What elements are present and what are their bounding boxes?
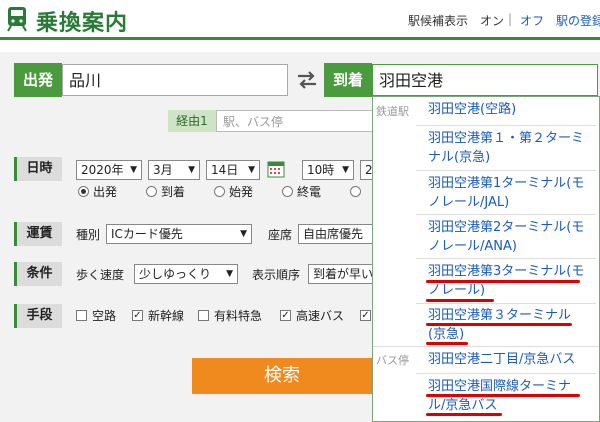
suggestion-item[interactable]: 羽田空港二丁目/京急バス [428, 350, 596, 369]
extra-checkbox[interactable]: ✓ [360, 310, 371, 321]
walk-speed-select[interactable]: 少しゆっくり ▼ [134, 264, 238, 284]
suggestion-line: 羽田空港(空路) [428, 102, 517, 117]
chevron-down-icon: ▼ [188, 165, 195, 175]
walk-speed-label: 歩く速度 [76, 268, 125, 282]
seat-select[interactable]: 自由席優先 [298, 224, 374, 244]
extra-radio[interactable] [350, 186, 361, 197]
calendar-icon[interactable] [267, 160, 285, 178]
fare-label: 運賃 [14, 222, 62, 246]
suggestion-item[interactable]: 羽田空港第１・第２ターミ ナル(京急) [428, 129, 596, 167]
conditions-label: 条件 [14, 262, 62, 286]
last-train-radio[interactable] [282, 186, 293, 197]
annotation-underline [426, 323, 572, 326]
fare-type-value: ICカード優先 [111, 227, 183, 241]
last-train-label: 終電 [297, 185, 322, 199]
day-select[interactable]: 14日 ▼ [206, 160, 260, 180]
shinkansen-label: 新幹線 [148, 309, 185, 323]
suggestion-item[interactable]: 羽田空港第2ターミナル(モ ノレール/ANA) [428, 218, 596, 256]
suggestion-line: 羽田空港第1ターミナル(モ [428, 176, 585, 191]
annotation-underline [426, 299, 494, 302]
month-value: 3月 [153, 163, 173, 177]
via-station-input[interactable]: 駅、バス停 [216, 110, 374, 132]
swap-stations-icon[interactable] [296, 70, 318, 90]
divider [416, 303, 596, 304]
suggestion-line: 羽田空港第3ターミナル(モ [428, 264, 585, 279]
year-select[interactable]: 2020年 ▼ [76, 160, 142, 180]
arrival-label: 到着 [161, 185, 186, 199]
chevron-down-icon: ▼ [342, 165, 349, 175]
to-station-input[interactable]: 羽田空港 [372, 64, 598, 96]
station-register-link[interactable]: 駅の登録 [556, 12, 600, 29]
candidates-on-link[interactable]: オン [480, 12, 504, 29]
air-label: 空路 [92, 309, 117, 323]
shinkansen-checkbox[interactable]: ✓ [132, 310, 143, 321]
chevron-down-icon: ▼ [130, 165, 137, 175]
departure-radio[interactable] [78, 186, 89, 197]
sort-order-select[interactable]: 到着が早い [308, 264, 374, 284]
suggestion-line: 羽田空港二丁目/京急バス [428, 352, 576, 367]
candidates-off-link[interactable]: オフ [520, 12, 544, 29]
suggestion-line: 羽田空港第2ターミナル(モ [428, 220, 585, 235]
divider [416, 258, 596, 259]
annotation-underline [426, 394, 580, 397]
highway-bus-label: 高速バス [296, 309, 345, 323]
hour-select[interactable]: 10時 ▼ [302, 160, 354, 180]
limited-express-label: 有料特急 [214, 309, 263, 323]
hour-value: 10時 [307, 163, 335, 177]
highway-bus-checkbox[interactable]: ✓ [280, 310, 291, 321]
year-value: 2020年 [81, 163, 124, 177]
divider [416, 214, 596, 215]
app-title: 乗換案内 [36, 11, 129, 36]
suggestion-line: ノレール) [428, 283, 486, 298]
first-train-radio[interactable] [214, 186, 225, 197]
train-logo-icon [7, 7, 27, 32]
divider [416, 373, 596, 374]
annotation-underline [426, 413, 502, 416]
annotation-underline [426, 342, 468, 345]
from-label: 出発 [14, 63, 62, 97]
arrival-radio[interactable] [146, 186, 157, 197]
suggestion-line: ナル(京急) [428, 150, 491, 165]
limited-express-checkbox[interactable] [198, 310, 209, 321]
fare-type-select[interactable]: ICカード優先 ▼ [106, 224, 252, 244]
chevron-down-icon: ▼ [240, 229, 247, 239]
to-label: 到着 [324, 63, 372, 97]
divider [416, 170, 596, 171]
sort-order-label: 表示順序 [252, 268, 301, 282]
bus-category-label: バス停 [376, 354, 409, 367]
first-train-label: 始発 [229, 185, 254, 199]
departure-label: 出発 [93, 185, 118, 199]
seat-value: 自由席優先 [303, 227, 364, 241]
from-station-input[interactable]: 品川 [62, 64, 288, 96]
means-label: 手段 [14, 304, 62, 328]
month-select[interactable]: 3月 ▼ [148, 160, 200, 180]
chevron-down-icon: ▼ [226, 269, 233, 279]
divider [373, 346, 599, 347]
air-checkbox[interactable] [76, 310, 87, 321]
sort-order-value: 到着が早い [313, 267, 374, 281]
chevron-down-icon: ▼ [248, 165, 255, 175]
suggestion-line: ノレール/ANA) [428, 239, 517, 254]
suggestion-item[interactable]: 羽田空港(空路) [428, 100, 596, 119]
day-value: 14日 [211, 163, 239, 177]
annotation-underline [426, 280, 580, 283]
fare-type-label: 種別 [76, 228, 101, 242]
via-label: 経由1 [168, 110, 216, 132]
search-button[interactable]: 検索 [192, 358, 372, 394]
header-divider [0, 37, 600, 40]
separator: | [508, 12, 513, 26]
walk-speed-value: 少しゆっくり [139, 267, 212, 281]
station-candidates-label: 駅候補表示 [408, 14, 469, 28]
seat-label: 座席 [268, 228, 293, 242]
suggestion-line: ノレール/JAL) [428, 195, 510, 210]
rail-category-label: 鉄道駅 [376, 105, 409, 118]
suggestion-line: 羽田空港第１・第２ターミ [428, 131, 585, 146]
suggestion-item[interactable]: 羽田空港第1ターミナル(モ ノレール/JAL) [428, 174, 596, 212]
divider [416, 125, 596, 126]
datetime-label: 日時 [14, 157, 62, 181]
